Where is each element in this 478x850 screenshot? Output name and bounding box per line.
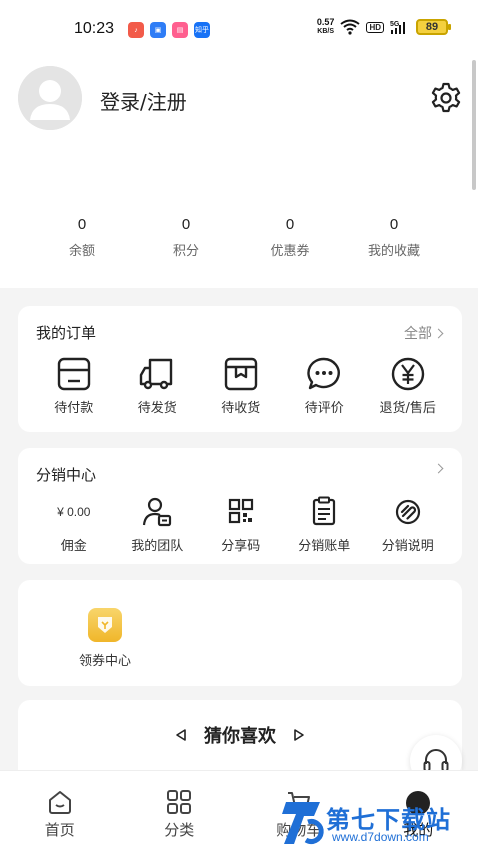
stat-points[interactable]: 0 积分	[134, 216, 238, 259]
svg-text:5G: 5G	[390, 21, 400, 28]
distribution-share-code[interactable]: 分享码	[199, 494, 283, 554]
package-icon	[224, 357, 257, 391]
triangle-right-icon	[294, 729, 304, 741]
avatar[interactable]	[18, 66, 82, 130]
profile-header: 登录/注册 0 余额 0 积分 0 优惠券 0 我的收藏	[0, 60, 478, 288]
blue-app-icon: ▣	[150, 22, 166, 38]
view-all-orders-link[interactable]: 全部	[404, 323, 444, 343]
hd-badge: HD	[366, 21, 384, 33]
orders-card: 我的订单 全部 待付款 待发货 待收货 待评价 退货/售后	[18, 306, 462, 432]
recommend-section: 猜你喜欢	[18, 700, 462, 780]
chevron-right-icon	[433, 463, 444, 474]
wifi-icon	[340, 19, 361, 35]
status-indicators: 0.57 KB/S HD 5G 89	[316, 17, 451, 36]
recommend-title-bar: 猜你喜欢	[18, 722, 462, 748]
order-refund-aftersale[interactable]: 退货/售后	[366, 356, 450, 416]
pink-app-icon: ▤	[172, 22, 188, 38]
notification-icons: ♪ ▣ ▤ 知乎	[128, 22, 210, 38]
distribution-commission[interactable]: ¥ 0.00 佣金	[32, 494, 116, 554]
home-icon	[48, 791, 71, 814]
distribution-instructions[interactable]: 分销说明	[366, 494, 450, 554]
coupon-center-button[interactable]: 领券中心	[60, 608, 150, 669]
stat-favorites[interactable]: 0 我的收藏	[342, 216, 446, 259]
wallet-icon	[57, 357, 90, 391]
order-pending-receipt[interactable]: 待收货	[199, 356, 283, 416]
distribution-more-link[interactable]	[433, 463, 444, 474]
triangle-left-icon	[176, 729, 186, 741]
nav-home[interactable]: 首页	[0, 771, 120, 850]
truck-icon	[140, 358, 173, 390]
team-icon	[143, 497, 172, 527]
commission-amount: ¥ 0.00	[57, 505, 91, 519]
status-bar: 10:23 ♪ ▣ ▤ 知乎 0.57 KB/S HD 5G 89	[0, 0, 478, 60]
distribution-card: 分销中心 ¥ 0.00 佣金 我的团队 分享码 分销账单 分销说明	[18, 448, 462, 564]
login-register-link[interactable]: 登录/注册	[100, 86, 187, 115]
coupon-icon	[88, 608, 122, 642]
zhihu-icon: 知乎	[194, 22, 210, 38]
chevron-right-icon	[433, 328, 444, 338]
category-grid-icon	[167, 790, 192, 814]
order-pending-payment[interactable]: 待付款	[32, 356, 116, 416]
coupon-card: 领券中心	[18, 580, 462, 686]
info-icon	[395, 499, 420, 525]
order-pending-shipment[interactable]: 待发货	[116, 356, 200, 416]
watermark-logo-icon	[282, 802, 324, 844]
distribution-title: 分销中心	[36, 466, 97, 484]
distribution-my-team[interactable]: 我的团队	[116, 494, 200, 554]
stat-balance[interactable]: 0 余额	[30, 216, 134, 259]
stat-coupons[interactable]: 0 优惠券	[238, 216, 342, 259]
settings-button[interactable]	[428, 80, 464, 116]
orders-title: 我的订单	[36, 324, 97, 342]
distribution-bills[interactable]: 分销账单	[283, 494, 367, 554]
signal-icon: 5G	[390, 21, 405, 34]
status-time: 10:23	[74, 20, 115, 37]
recommend-title: 猜你喜欢	[204, 726, 276, 747]
default-avatar-icon	[18, 66, 82, 130]
red-app-icon: ♪	[128, 22, 144, 38]
order-pending-review[interactable]: 待评价	[283, 356, 367, 416]
network-speed: 0.57 KB/S	[316, 17, 335, 36]
yen-icon	[391, 357, 424, 391]
site-watermark: 第七下载站 www.d7down.com	[282, 796, 478, 850]
gear-icon	[431, 82, 461, 113]
account-stats: 0 余额 0 积分 0 优惠券 0 我的收藏	[0, 216, 478, 259]
chat-icon	[307, 357, 341, 390]
scrollbar[interactable]	[472, 60, 476, 190]
nav-category[interactable]: 分类	[120, 771, 240, 850]
bill-icon	[313, 496, 336, 526]
qr-code-icon	[228, 498, 253, 524]
battery-indicator: 89	[416, 19, 451, 35]
